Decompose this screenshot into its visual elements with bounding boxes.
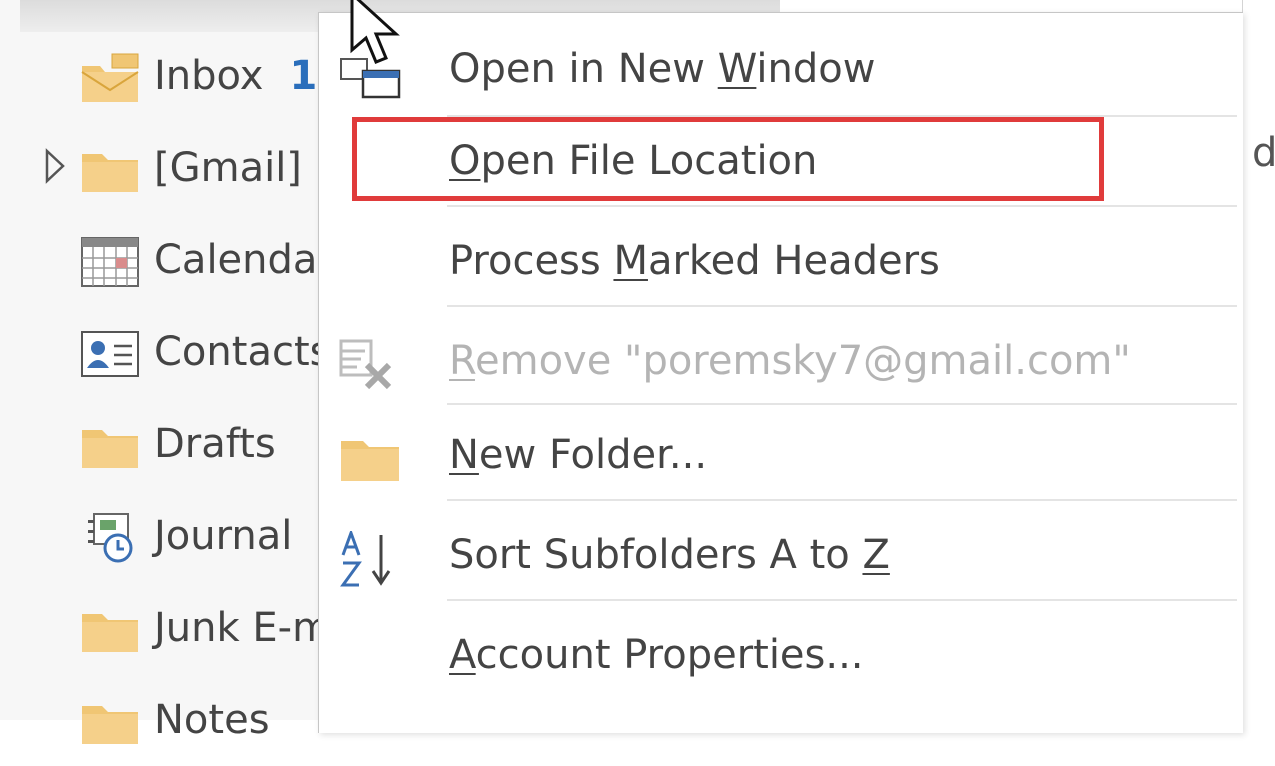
contacts-icon <box>81 331 139 377</box>
folder-icon <box>82 614 138 652</box>
highlight-box <box>352 117 1104 201</box>
folder-item-journal[interactable]: Journal <box>0 490 330 582</box>
folder-item-calendar[interactable]: Calendar <box>0 214 334 306</box>
folder-icon <box>82 430 138 468</box>
folder-item-contacts[interactable]: Contacts <box>0 306 330 398</box>
menu-item-sort-subfolders[interactable]: Sort Subfolders A to Z <box>319 505 1243 603</box>
folder-icon <box>82 706 138 744</box>
folder-pane: Inbox 1 [Gmail] Calendar Contacts Drafts… <box>0 0 780 744</box>
calendar-icon <box>81 237 139 287</box>
folder-label: Contacts <box>154 329 331 375</box>
folder-label: Inbox <box>154 53 264 99</box>
mouse-cursor-icon <box>350 0 400 64</box>
menu-item-remove-account: Remove "poremsky7@gmail.com" <box>319 311 1243 409</box>
remove-account-icon <box>339 339 392 390</box>
folder-label: [Gmail] <box>154 145 302 191</box>
journal-icon <box>88 513 133 563</box>
folder-item-gmail[interactable]: [Gmail] <box>0 122 330 214</box>
menu-separator <box>447 205 1237 207</box>
menu-item-process-marked-headers[interactable]: Process Marked Headers <box>319 211 1243 309</box>
unread-count: 1 <box>289 53 318 99</box>
folder-item-drafts[interactable]: Drafts <box>0 398 330 490</box>
menu-item-new-folder[interactable]: New Folder... <box>319 405 1243 503</box>
sort-az-icon <box>340 531 391 587</box>
right-pane-text: d <box>1252 130 1275 176</box>
folder-label: Drafts <box>154 421 276 467</box>
folder-label: Calendar <box>154 237 334 283</box>
folder-icon <box>341 441 399 481</box>
folder-label: Journal <box>154 513 293 559</box>
folder-icon <box>82 154 138 192</box>
menu-separator <box>447 599 1237 601</box>
folder-item-junk[interactable]: Junk E-mail <box>0 582 378 674</box>
menu-item-account-properties[interactable]: Account Properties... <box>319 605 1243 703</box>
menu-separator <box>447 499 1237 501</box>
menu-separator <box>447 305 1237 307</box>
envelope-folder-icon <box>81 53 139 102</box>
folder-item-notes[interactable]: Notes <box>0 674 330 766</box>
folder-item-inbox[interactable]: Inbox 1 <box>0 30 330 122</box>
menu-item-open-in-new-window[interactable]: Open in New Window <box>319 19 1243 117</box>
folder-label: Notes <box>154 697 270 743</box>
